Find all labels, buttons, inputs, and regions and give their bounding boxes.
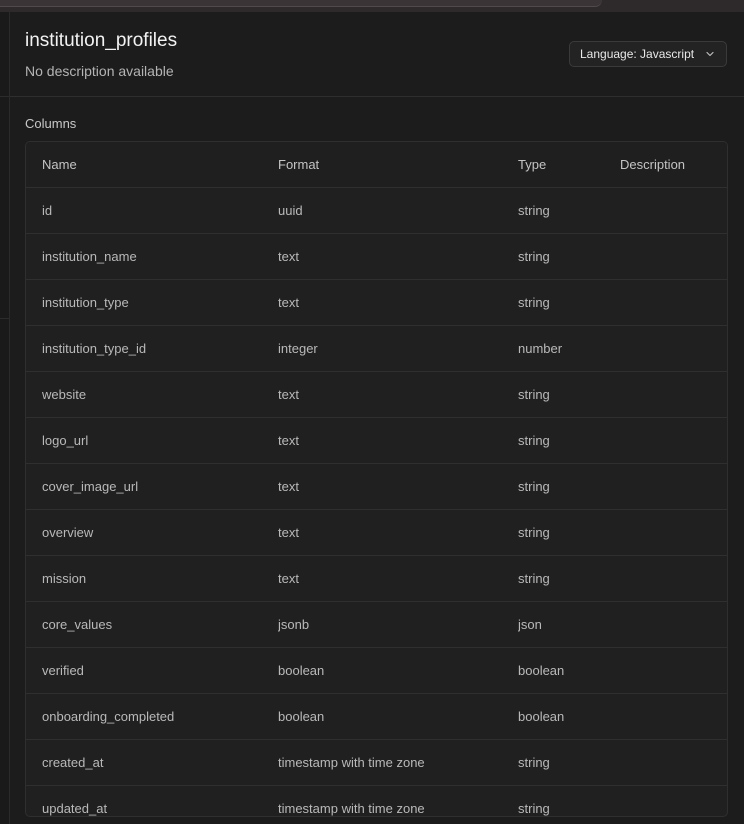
table-row: onboarding_completed boolean boolean bbox=[26, 693, 727, 740]
table-docs-panel: institution_profiles No description avai… bbox=[10, 12, 744, 824]
cell-description bbox=[620, 279, 727, 326]
gutter-divider bbox=[0, 318, 9, 319]
table-row: institution_type_id integer number bbox=[26, 325, 727, 372]
language-select-label: Language: Javascript bbox=[580, 47, 695, 61]
cell-format: timestamp with time zone bbox=[278, 801, 425, 816]
column-header-description: Description bbox=[620, 142, 727, 188]
cell-description bbox=[620, 371, 727, 418]
cell-name: onboarding_completed bbox=[26, 693, 278, 740]
cell-name: logo_url bbox=[26, 417, 278, 464]
columns-table: Name Format Type Description id uuid strin… bbox=[25, 141, 728, 817]
table-row: cover_image_url text string bbox=[26, 463, 727, 510]
column-header-name: Name bbox=[26, 142, 278, 188]
cell-description bbox=[620, 417, 727, 464]
cell-format: jsonb bbox=[278, 601, 518, 648]
table-row: verified boolean boolean bbox=[26, 647, 727, 694]
cell-description bbox=[620, 555, 727, 602]
cell-format: boolean bbox=[278, 693, 518, 740]
column-header-type: Type bbox=[518, 142, 620, 188]
cell-format: text bbox=[278, 371, 518, 418]
cell-name: updated_at bbox=[42, 801, 108, 816]
cell-format: text bbox=[278, 233, 518, 280]
cell-format: text bbox=[278, 555, 518, 602]
columns-section-label: Columns bbox=[25, 116, 77, 131]
cell-name: verified bbox=[26, 647, 278, 694]
cell-type: string bbox=[518, 801, 550, 816]
cell-description bbox=[620, 233, 727, 280]
table-row: created_at timestamp with time zone string bbox=[26, 739, 727, 786]
language-select-button[interactable]: Language: Javascript bbox=[569, 41, 727, 67]
cell-name: id bbox=[26, 187, 278, 234]
table-description: No description available bbox=[25, 63, 174, 79]
cell-name: institution_name bbox=[26, 233, 278, 280]
chevron-down-icon bbox=[706, 51, 714, 57]
cell-type: boolean bbox=[518, 647, 620, 694]
cell-description bbox=[620, 463, 727, 510]
cell-description bbox=[620, 509, 727, 556]
cell-description bbox=[620, 647, 727, 694]
column-header-format: Format bbox=[278, 142, 518, 188]
cell-type: json bbox=[518, 601, 620, 648]
cell-format: uuid bbox=[278, 187, 518, 234]
cell-name: overview bbox=[26, 509, 278, 556]
table-row: institution_name text string bbox=[26, 233, 727, 280]
cell-type: string bbox=[518, 739, 620, 786]
cell-type: string bbox=[518, 371, 620, 418]
left-sidebar-edge bbox=[0, 12, 10, 824]
cell-type: string bbox=[518, 279, 620, 326]
gutter-divider bbox=[0, 96, 9, 97]
cell-description bbox=[620, 693, 727, 740]
cell-format: boolean bbox=[278, 647, 518, 694]
cell-type: string bbox=[518, 463, 620, 510]
cell-type: string bbox=[518, 555, 620, 602]
cell-description bbox=[620, 739, 727, 786]
cell-description bbox=[620, 786, 727, 817]
cell-format: timestamp with time zone bbox=[278, 739, 518, 786]
cell-name: institution_type bbox=[26, 279, 278, 326]
table-row: website text string bbox=[26, 371, 727, 418]
cell-format: text bbox=[278, 279, 518, 326]
cell-name: institution_type_id bbox=[26, 325, 278, 372]
cell-name: mission bbox=[26, 555, 278, 602]
tab-bar-edge bbox=[0, 0, 602, 7]
cell-description bbox=[620, 325, 727, 372]
cell-format: text bbox=[278, 509, 518, 556]
cell-type: string bbox=[518, 417, 620, 464]
table-row: id uuid string bbox=[26, 187, 727, 234]
cell-description bbox=[620, 187, 727, 234]
table-row: mission text string bbox=[26, 555, 727, 602]
cell-type: number bbox=[518, 325, 620, 372]
cell-name: core_values bbox=[26, 601, 278, 648]
cell-type: boolean bbox=[518, 693, 620, 740]
cell-format: text bbox=[278, 463, 518, 510]
cell-format: text bbox=[278, 417, 518, 464]
cell-name: website bbox=[26, 371, 278, 418]
table-header-row: Name Format Type Description bbox=[26, 142, 727, 188]
cell-type: string bbox=[518, 187, 620, 234]
table-row: institution_type text string bbox=[26, 279, 727, 326]
cell-name: created_at bbox=[26, 739, 278, 786]
cell-type: string bbox=[518, 509, 620, 556]
cell-type: string bbox=[518, 233, 620, 280]
table-title: institution_profiles bbox=[25, 30, 178, 51]
window-top-strip bbox=[0, 0, 744, 12]
table-row: core_values jsonb json bbox=[26, 601, 727, 648]
panel-header: institution_profiles No description avai… bbox=[10, 12, 744, 97]
cell-format: integer bbox=[278, 325, 518, 372]
table-row: updated_at timestamp with time zone string bbox=[26, 786, 727, 817]
cell-description bbox=[620, 601, 727, 648]
cell-name: cover_image_url bbox=[26, 463, 278, 510]
table-row: overview text string bbox=[26, 509, 727, 556]
table-row: logo_url text string bbox=[26, 417, 727, 464]
